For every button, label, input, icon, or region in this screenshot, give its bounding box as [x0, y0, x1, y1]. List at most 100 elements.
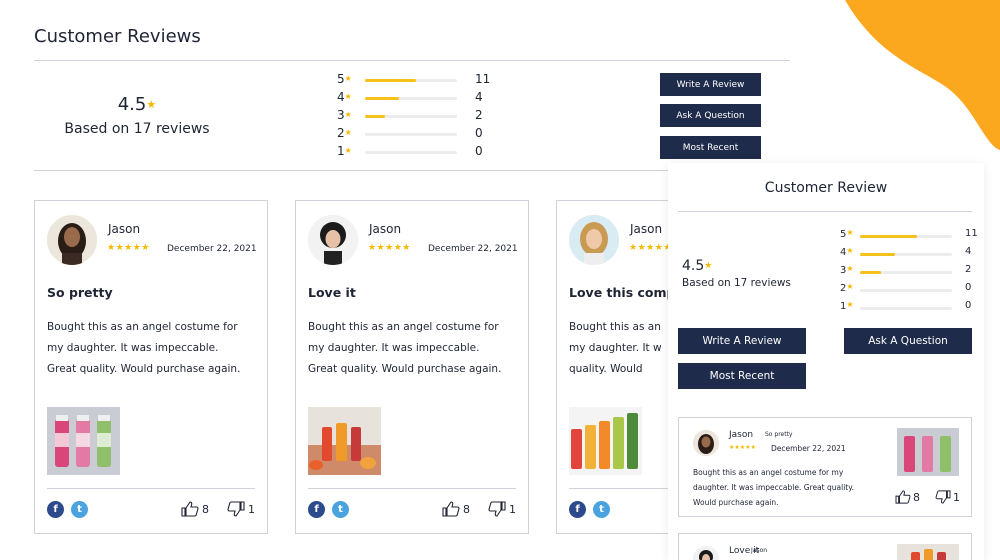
divider	[34, 60, 790, 61]
review-card: Jason ★★★★★ December 22, 2021 Love it Bo…	[295, 200, 529, 534]
rating-count: 11	[965, 228, 978, 239]
facebook-share-icon[interactable]: f	[47, 501, 64, 518]
review-card: Love it Jason	[678, 533, 972, 560]
avatar	[693, 546, 719, 560]
rating-row-5[interactable]: 5★ 11	[337, 72, 490, 90]
rating-row-4[interactable]: 4★ 4	[840, 246, 974, 264]
like-count: 8	[202, 502, 209, 516]
rating-row-4[interactable]: 4★ 4	[337, 90, 483, 108]
star-icon: ★	[846, 282, 854, 291]
thumbs-down-icon	[488, 501, 506, 517]
review-photo[interactable]	[47, 407, 120, 475]
review-count-text: Based on 17 reviews	[682, 277, 791, 289]
dislike-button[interactable]: 1	[935, 490, 960, 504]
section-title: Customer Review	[764, 180, 888, 196]
review-title: Jason	[751, 547, 768, 554]
review-title: So pretty	[765, 431, 793, 438]
rating-bar-fill	[860, 271, 882, 274]
star-rating: ★★★★★	[729, 444, 756, 451]
average-rating-value: 4.5	[117, 94, 147, 115]
review-photo[interactable]	[569, 407, 642, 475]
sort-dropdown[interactable]: Most Recent	[660, 136, 761, 159]
review-date: December 22, 2021	[167, 244, 257, 254]
avatar	[308, 215, 358, 265]
rating-bar	[860, 235, 952, 238]
review-date: December 22, 2021	[771, 444, 846, 453]
rating-bar	[365, 115, 457, 118]
dislike-count: 1	[953, 490, 960, 504]
rating-row-3[interactable]: 3★ 2	[337, 108, 483, 126]
rating-count: 4	[475, 90, 483, 104]
thumbs-up-icon	[181, 501, 199, 517]
review-photo[interactable]	[897, 544, 959, 560]
rating-row-5[interactable]: 5★ 11	[840, 228, 978, 246]
average-rating-value: 4.5	[682, 258, 705, 274]
avatar	[47, 215, 97, 265]
review-photo[interactable]	[308, 407, 381, 475]
rating-row-1[interactable]: 1★ 0	[840, 300, 974, 318]
rating-row-2[interactable]: 2★ 0	[840, 282, 974, 300]
rating-count: 4	[965, 246, 972, 257]
rating-count: 0	[965, 282, 972, 293]
rating-row-1[interactable]: 1★ 0	[337, 144, 483, 162]
rating-bar-fill	[365, 79, 416, 82]
star-icon: ★	[704, 261, 713, 271]
star-icon: ★	[146, 98, 157, 111]
review-photo[interactable]	[897, 428, 959, 476]
write-review-button[interactable]: Write A Review	[660, 73, 761, 96]
review-count-text: Based on 17 reviews	[64, 121, 210, 137]
review-title: Love it	[308, 285, 356, 300]
star-icon: ★	[846, 246, 854, 255]
like-count: 8	[463, 502, 470, 516]
facebook-share-icon[interactable]: f	[308, 501, 325, 518]
thumbs-down-icon	[935, 490, 951, 504]
rating-row-3[interactable]: 3★ 2	[840, 264, 974, 282]
review-body: Bought this as an angel costume for my d…	[693, 468, 854, 507]
star-rating: ★★★★★	[107, 243, 150, 253]
star-icon: ★	[846, 300, 854, 309]
rating-bar	[365, 151, 457, 154]
rating-count: 0	[475, 144, 483, 158]
star-icon: ★	[846, 264, 854, 273]
star-icon: ★	[846, 228, 854, 237]
review-title: So pretty	[47, 285, 113, 300]
star-rating: ★★★★★	[368, 243, 411, 253]
reviews-widget-compact: Customer Review 4.5★ Based on 17 reviews…	[668, 163, 984, 560]
average-rating-summary: 4.5★ Based on 17 reviews	[682, 258, 791, 289]
ask-question-button[interactable]: Ask A Question	[844, 328, 972, 354]
reviewer-name: Jason	[108, 222, 141, 236]
divider	[47, 488, 255, 489]
rating-bar-fill	[860, 235, 918, 238]
divider	[678, 211, 972, 212]
review-title: Love this comp	[569, 285, 676, 300]
star-icon: ★	[344, 74, 352, 83]
star-icon: ★	[344, 146, 352, 155]
ask-question-button[interactable]: Ask A Question	[660, 104, 761, 127]
like-button[interactable]: 8	[181, 501, 209, 517]
facebook-share-icon[interactable]: f	[569, 501, 586, 518]
thumbs-up-icon	[895, 490, 911, 504]
review-date: December 22, 2021	[428, 244, 518, 254]
divider	[308, 488, 516, 489]
avatar	[569, 215, 619, 265]
rating-bar-fill	[365, 115, 386, 118]
twitter-share-icon[interactable]: t	[593, 501, 610, 518]
dislike-button[interactable]: 1	[488, 501, 516, 517]
sort-dropdown[interactable]: Most Recent	[678, 363, 806, 389]
rating-bar	[860, 307, 952, 310]
write-review-button[interactable]: Write A Review	[678, 328, 806, 354]
twitter-share-icon[interactable]: t	[71, 501, 88, 518]
star-icon: ★	[344, 92, 352, 101]
rating-bar-fill	[365, 97, 400, 100]
dislike-count: 1	[509, 502, 516, 516]
divider	[569, 488, 676, 489]
reviewer-name: Jason	[630, 222, 663, 236]
review-card: Jason ★★★★★ December 22, 2021 So pretty …	[34, 200, 268, 534]
twitter-share-icon[interactable]: t	[332, 501, 349, 518]
like-button[interactable]: 8	[442, 501, 470, 517]
star-icon: ★	[344, 110, 352, 119]
like-button[interactable]: 8	[895, 490, 920, 504]
reviewer-name: Jason	[729, 430, 754, 440]
rating-row-2[interactable]: 2★ 0	[337, 126, 483, 144]
dislike-button[interactable]: 1	[227, 501, 255, 517]
